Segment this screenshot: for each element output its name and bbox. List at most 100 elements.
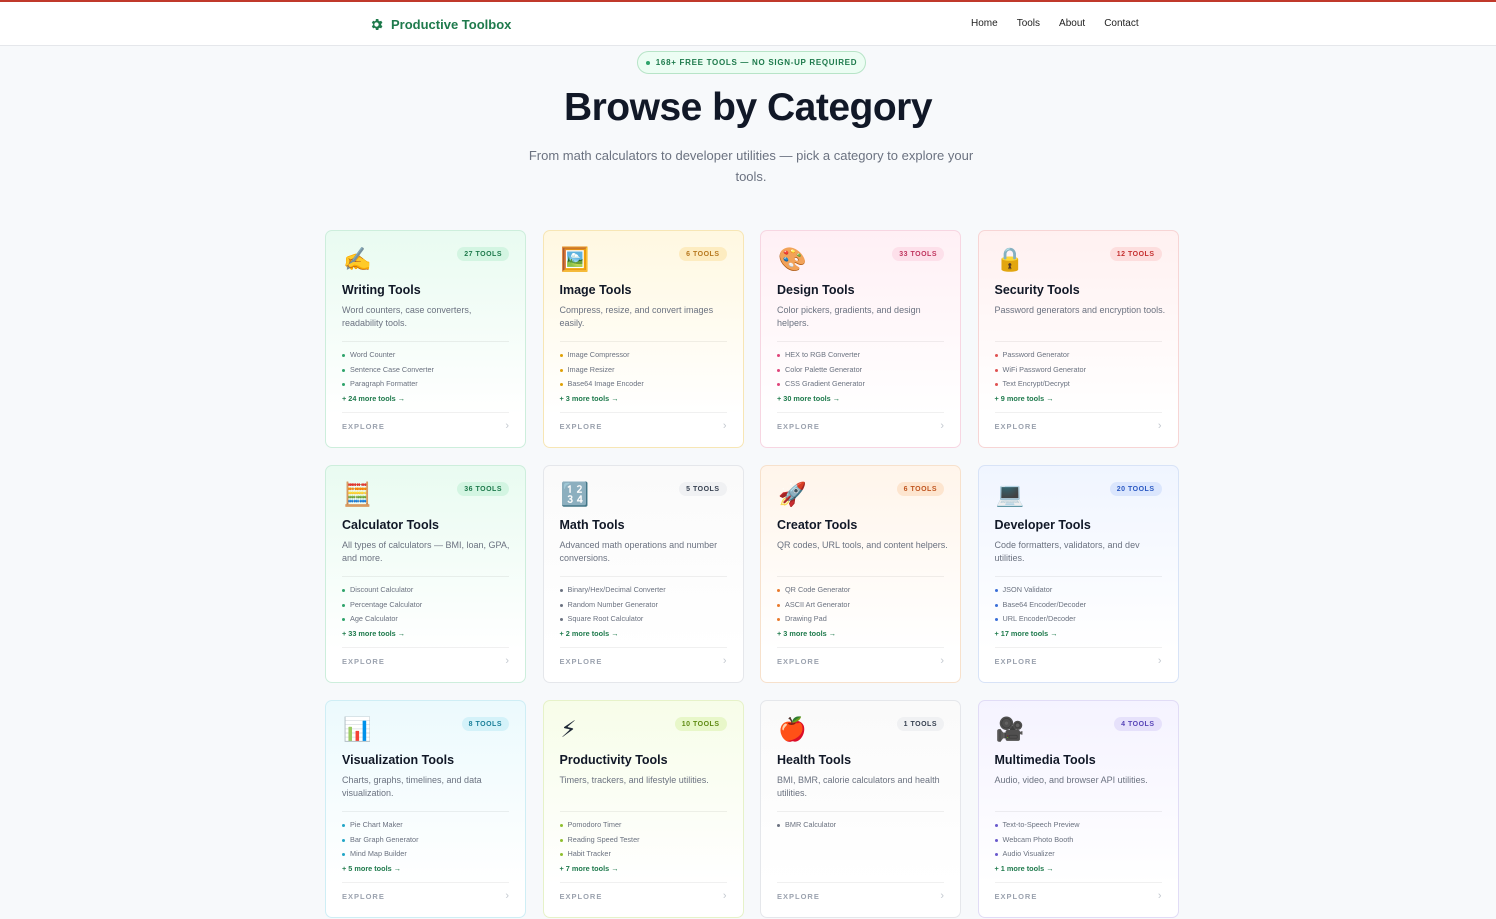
tool-name: Color Palette Generator <box>785 363 862 378</box>
tool-list-item[interactable]: Webcam Photo Booth <box>995 833 1080 848</box>
explore-button[interactable]: EXPLORE <box>777 422 820 431</box>
category-card-design[interactable]: 🎨33 TOOLSDesign ToolsColor pickers, grad… <box>760 230 961 448</box>
tool-list-item[interactable]: Habit Tracker <box>560 847 640 862</box>
category-card-creator[interactable]: 🚀6 TOOLSCreator ToolsQR codes, URL tools… <box>760 465 961 683</box>
tool-list-item[interactable]: WiFi Password Generator <box>995 363 1087 378</box>
nav-tools[interactable]: Tools <box>1017 18 1040 29</box>
tool-list-item[interactable]: ASCII Art Generator <box>777 598 850 613</box>
writing-category-icon: ✍️ <box>343 245 372 273</box>
category-title[interactable]: Multimedia Tools <box>995 753 1096 767</box>
category-card-writing[interactable]: ✍️27 TOOLSWriting ToolsWord counters, ca… <box>325 230 526 448</box>
explore-button[interactable]: EXPLORE <box>995 892 1038 901</box>
tool-list-item[interactable]: Image Compressor <box>560 348 644 363</box>
tools-count-pill: 168+ FREE TOOLS — NO SIGN-UP REQUIRED <box>637 51 866 74</box>
category-description: Color pickers, gradients, and design hel… <box>777 304 949 330</box>
bullet-icon <box>560 589 563 592</box>
tool-list-item[interactable]: Text Encrypt/Decrypt <box>995 377 1087 392</box>
more-tools-link[interactable]: + 3 more tools → <box>560 392 644 406</box>
tool-name: Base64 Image Encoder <box>568 377 644 392</box>
more-tools-link[interactable]: + 33 more tools → <box>342 627 422 641</box>
tool-list-item[interactable]: Percentage Calculator <box>342 598 422 613</box>
tool-list-item[interactable]: Binary/Hex/Decimal Converter <box>560 583 666 598</box>
category-title[interactable]: Developer Tools <box>995 518 1091 532</box>
category-title[interactable]: Math Tools <box>560 518 625 532</box>
more-tools-link[interactable]: + 7 more tools → <box>560 862 640 876</box>
category-card-productivity[interactable]: ⚡10 TOOLSProductivity ToolsTimers, track… <box>543 700 744 918</box>
explore-button[interactable]: EXPLORE <box>342 422 385 431</box>
category-card-visualization[interactable]: 📊8 TOOLSVisualization ToolsCharts, graph… <box>325 700 526 918</box>
more-tools-link[interactable]: + 2 more tools → <box>560 627 666 641</box>
explore-button[interactable]: EXPLORE <box>777 657 820 666</box>
tool-list-item[interactable]: Paragraph Formatter <box>342 377 434 392</box>
tool-name: Reading Speed Tester <box>568 833 640 848</box>
tool-name: CSS Gradient Generator <box>785 377 865 392</box>
tool-list-item[interactable]: Pie Chart Maker <box>342 818 419 833</box>
nav-contact[interactable]: Contact <box>1104 18 1138 29</box>
category-card-calculator[interactable]: 🧮36 TOOLSCalculator ToolsAll types of ca… <box>325 465 526 683</box>
explore-button[interactable]: EXPLORE <box>560 422 603 431</box>
explore-button[interactable]: EXPLORE <box>560 892 603 901</box>
tool-list-item[interactable]: Reading Speed Tester <box>560 833 640 848</box>
tool-list-item[interactable]: Square Root Calculator <box>560 612 666 627</box>
bullet-icon <box>995 369 998 372</box>
tool-list-item[interactable]: Image Resizer <box>560 363 644 378</box>
category-title[interactable]: Creator Tools <box>777 518 857 532</box>
more-tools-link[interactable]: + 3 more tools → <box>777 627 850 641</box>
tool-list-item[interactable]: QR Code Generator <box>777 583 850 598</box>
tool-list-item[interactable]: Pomodoro Timer <box>560 818 640 833</box>
category-title[interactable]: Productivity Tools <box>560 753 668 767</box>
more-tools-link[interactable]: + 24 more tools → <box>342 392 434 406</box>
explore-button[interactable]: EXPLORE <box>995 657 1038 666</box>
tool-list-item[interactable]: Base64 Image Encoder <box>560 377 644 392</box>
more-tools-link[interactable]: + 1 more tools → <box>995 862 1080 876</box>
nav-home[interactable]: Home <box>971 18 998 29</box>
more-tools-link[interactable]: + 17 more tools → <box>995 627 1087 641</box>
tool-list-item[interactable]: Drawing Pad <box>777 612 850 627</box>
tool-list-item[interactable]: CSS Gradient Generator <box>777 377 865 392</box>
category-card-image[interactable]: 🖼️6 TOOLSImage ToolsCompress, resize, an… <box>543 230 744 448</box>
tool-list-item[interactable]: Mind Map Builder <box>342 847 419 862</box>
tool-name: Base64 Encoder/Decoder <box>1003 598 1087 613</box>
category-card-health[interactable]: 🍎1 TOOLSHealth ToolsBMI, BMR, calorie ca… <box>760 700 961 918</box>
tool-list-item[interactable]: Word Counter <box>342 348 434 363</box>
more-tools-link[interactable]: + 5 more tools → <box>342 862 419 876</box>
more-tools-link[interactable]: + 9 more tools → <box>995 392 1087 406</box>
tool-list-item[interactable]: HEX to RGB Converter <box>777 348 865 363</box>
category-title[interactable]: Health Tools <box>777 753 851 767</box>
category-card-developer[interactable]: 💻20 TOOLSDeveloper ToolsCode formatters,… <box>978 465 1179 683</box>
nav-about[interactable]: About <box>1059 18 1085 29</box>
category-title[interactable]: Design Tools <box>777 283 855 297</box>
tool-list-item[interactable]: Password Generator <box>995 348 1087 363</box>
category-title[interactable]: Calculator Tools <box>342 518 439 532</box>
tool-list-item[interactable]: BMR Calculator <box>777 818 836 833</box>
tool-name: Age Calculator <box>350 612 398 627</box>
category-card-math[interactable]: 🔢5 TOOLSMath ToolsAdvanced math operatio… <box>543 465 744 683</box>
brand-name: Productive Toolbox <box>391 17 511 32</box>
explore-button[interactable]: EXPLORE <box>342 892 385 901</box>
category-title[interactable]: Image Tools <box>560 283 632 297</box>
tool-list-item[interactable]: Base64 Encoder/Decoder <box>995 598 1087 613</box>
bullet-icon <box>995 824 998 827</box>
tool-list-item[interactable]: Age Calculator <box>342 612 422 627</box>
explore-button[interactable]: EXPLORE <box>560 657 603 666</box>
tool-list-item[interactable]: URL Encoder/Decoder <box>995 612 1087 627</box>
category-title[interactable]: Security Tools <box>995 283 1080 297</box>
tool-list: BMR Calculator <box>777 818 836 833</box>
tool-list-item[interactable]: Audio Visualizer <box>995 847 1080 862</box>
explore-button[interactable]: EXPLORE <box>995 422 1038 431</box>
category-title[interactable]: Visualization Tools <box>342 753 454 767</box>
more-tools-link[interactable]: + 30 more tools → <box>777 392 865 406</box>
brand-logo[interactable]: Productive Toolbox <box>369 15 511 33</box>
category-card-multimedia[interactable]: 🎥4 TOOLSMultimedia ToolsAudio, video, an… <box>978 700 1179 918</box>
tool-list-item[interactable]: Text-to-Speech Preview <box>995 818 1080 833</box>
tool-list-item[interactable]: JSON Validator <box>995 583 1087 598</box>
tool-list-item[interactable]: Discount Calculator <box>342 583 422 598</box>
explore-button[interactable]: EXPLORE <box>777 892 820 901</box>
category-title[interactable]: Writing Tools <box>342 283 421 297</box>
tool-list-item[interactable]: Bar Graph Generator <box>342 833 419 848</box>
explore-button[interactable]: EXPLORE <box>342 657 385 666</box>
tool-list-item[interactable]: Sentence Case Converter <box>342 363 434 378</box>
tool-list-item[interactable]: Random Number Generator <box>560 598 666 613</box>
tool-list-item[interactable]: Color Palette Generator <box>777 363 865 378</box>
category-card-security[interactable]: 🔒12 TOOLSSecurity ToolsPassword generato… <box>978 230 1179 448</box>
